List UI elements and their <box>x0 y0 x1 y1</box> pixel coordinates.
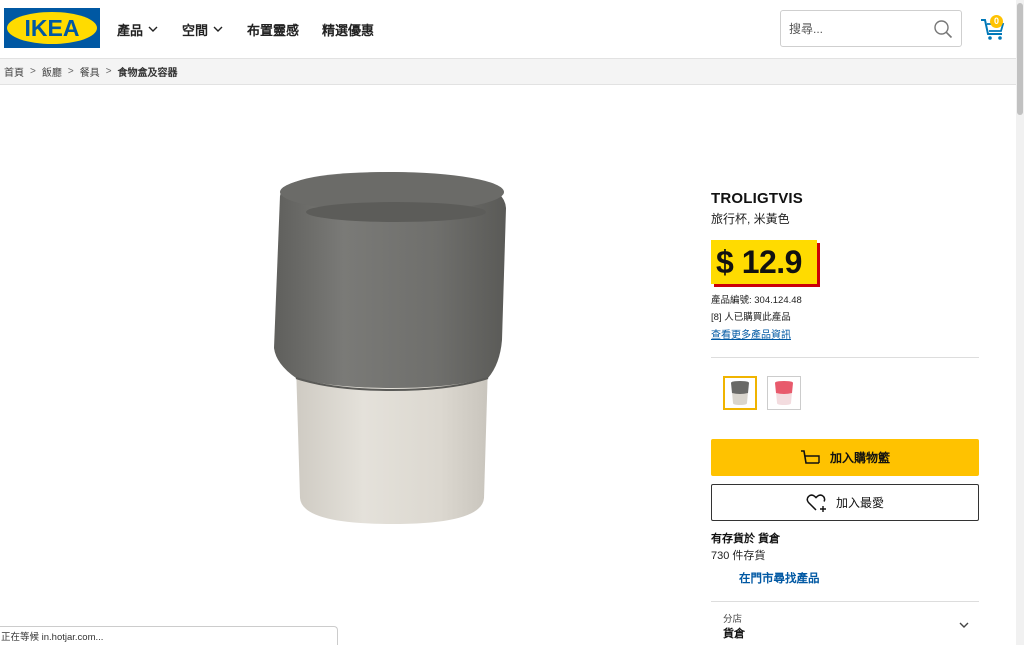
product-image[interactable] <box>272 168 512 528</box>
add-to-favorites-label: 加入最愛 <box>835 496 884 510</box>
add-to-favorites-button[interactable]: 加入最愛 <box>711 484 979 521</box>
nav-item-label: 布置靈感 <box>247 22 300 38</box>
price-tag: $ 12.9 <box>711 240 817 284</box>
search-icon[interactable] <box>933 19 953 39</box>
cart-count-badge: 0 <box>990 15 1003 28</box>
variant-swatch-grey[interactable] <box>723 376 757 410</box>
divider <box>711 357 979 358</box>
breadcrumb-dining[interactable]: 飯廳 <box>42 64 62 79</box>
stock-count: 730 件存貨 <box>711 550 766 562</box>
search-input[interactable] <box>789 19 929 39</box>
browser-status-bar: 正在等候 in.hotjar.com... <box>0 626 338 645</box>
stock-title: 有存貨於 貨倉 <box>711 533 781 545</box>
purchase-count: [8] 人已購買此產品 <box>711 312 791 323</box>
breadcrumb-tableware[interactable]: 餐具 <box>80 64 100 79</box>
more-info-link[interactable]: 查看更多產品資訊 <box>711 326 791 341</box>
logo-oval: IKEA <box>7 12 97 44</box>
breadcrumb-separator: > <box>105 66 112 77</box>
article-number: 產品編號: 304.124.48 <box>711 295 802 306</box>
ikea-logo[interactable]: IKEA <box>4 8 100 48</box>
breadcrumb-current: 食物盒及容器 <box>117 68 178 79</box>
heart-plus-icon <box>806 493 826 512</box>
chevron-down-icon[interactable] <box>957 618 971 632</box>
scrollbar-thumb[interactable] <box>1017 3 1023 115</box>
variant-swatch-pink[interactable] <box>767 376 801 410</box>
chevron-down-icon <box>213 26 223 32</box>
main-nav: 產品 空間 布置靈感 精選優惠 <box>117 0 397 58</box>
site-header: IKEA 產品 空間 布置靈感 精選優惠 0 <box>0 0 1016 58</box>
nav-item-rooms[interactable]: 空間 <box>182 20 224 39</box>
product-info-panel: TROLIGTVIS 旅行杯, 米黃色 $ 12.9 產品編號: 304.124… <box>711 190 979 640</box>
cart-icon <box>800 449 820 464</box>
add-to-cart-label: 加入購物籃 <box>829 451 890 465</box>
chevron-down-icon <box>148 26 158 32</box>
nav-item-label: 產品 <box>117 22 144 38</box>
logo-text: IKEA <box>24 14 80 41</box>
store-value: 貨倉 <box>723 628 745 640</box>
search-box <box>780 10 962 47</box>
breadcrumb: 首頁 > 飯廳 > 餐具 > 食物盒及容器 <box>0 58 1016 85</box>
page-scrollbar[interactable] <box>1016 0 1024 645</box>
nav-item-inspiration[interactable]: 布置靈感 <box>247 20 299 39</box>
breadcrumb-separator: > <box>67 66 74 77</box>
store-label: 分店 <box>723 614 743 625</box>
divider <box>711 601 979 602</box>
price-value: $ 12.9 <box>716 243 802 280</box>
pink-cup-thumbnail-icon <box>775 381 793 405</box>
breadcrumb-home[interactable]: 首頁 <box>4 64 24 79</box>
find-in-store-link[interactable]: 在門市尋找產品 <box>739 570 820 586</box>
nav-item-products[interactable]: 產品 <box>117 20 159 39</box>
grey-cup-thumbnail-icon <box>731 381 749 405</box>
nav-item-label: 精選優惠 <box>322 22 375 38</box>
nav-item-label: 空間 <box>182 22 209 38</box>
nav-item-offers[interactable]: 精選優惠 <box>322 20 374 39</box>
product-description: 旅行杯, 米黃色 <box>711 212 790 226</box>
breadcrumb-separator: > <box>30 66 36 77</box>
add-to-cart-button[interactable]: 加入購物籃 <box>711 439 979 476</box>
product-name: TROLIGTVIS <box>711 190 803 207</box>
